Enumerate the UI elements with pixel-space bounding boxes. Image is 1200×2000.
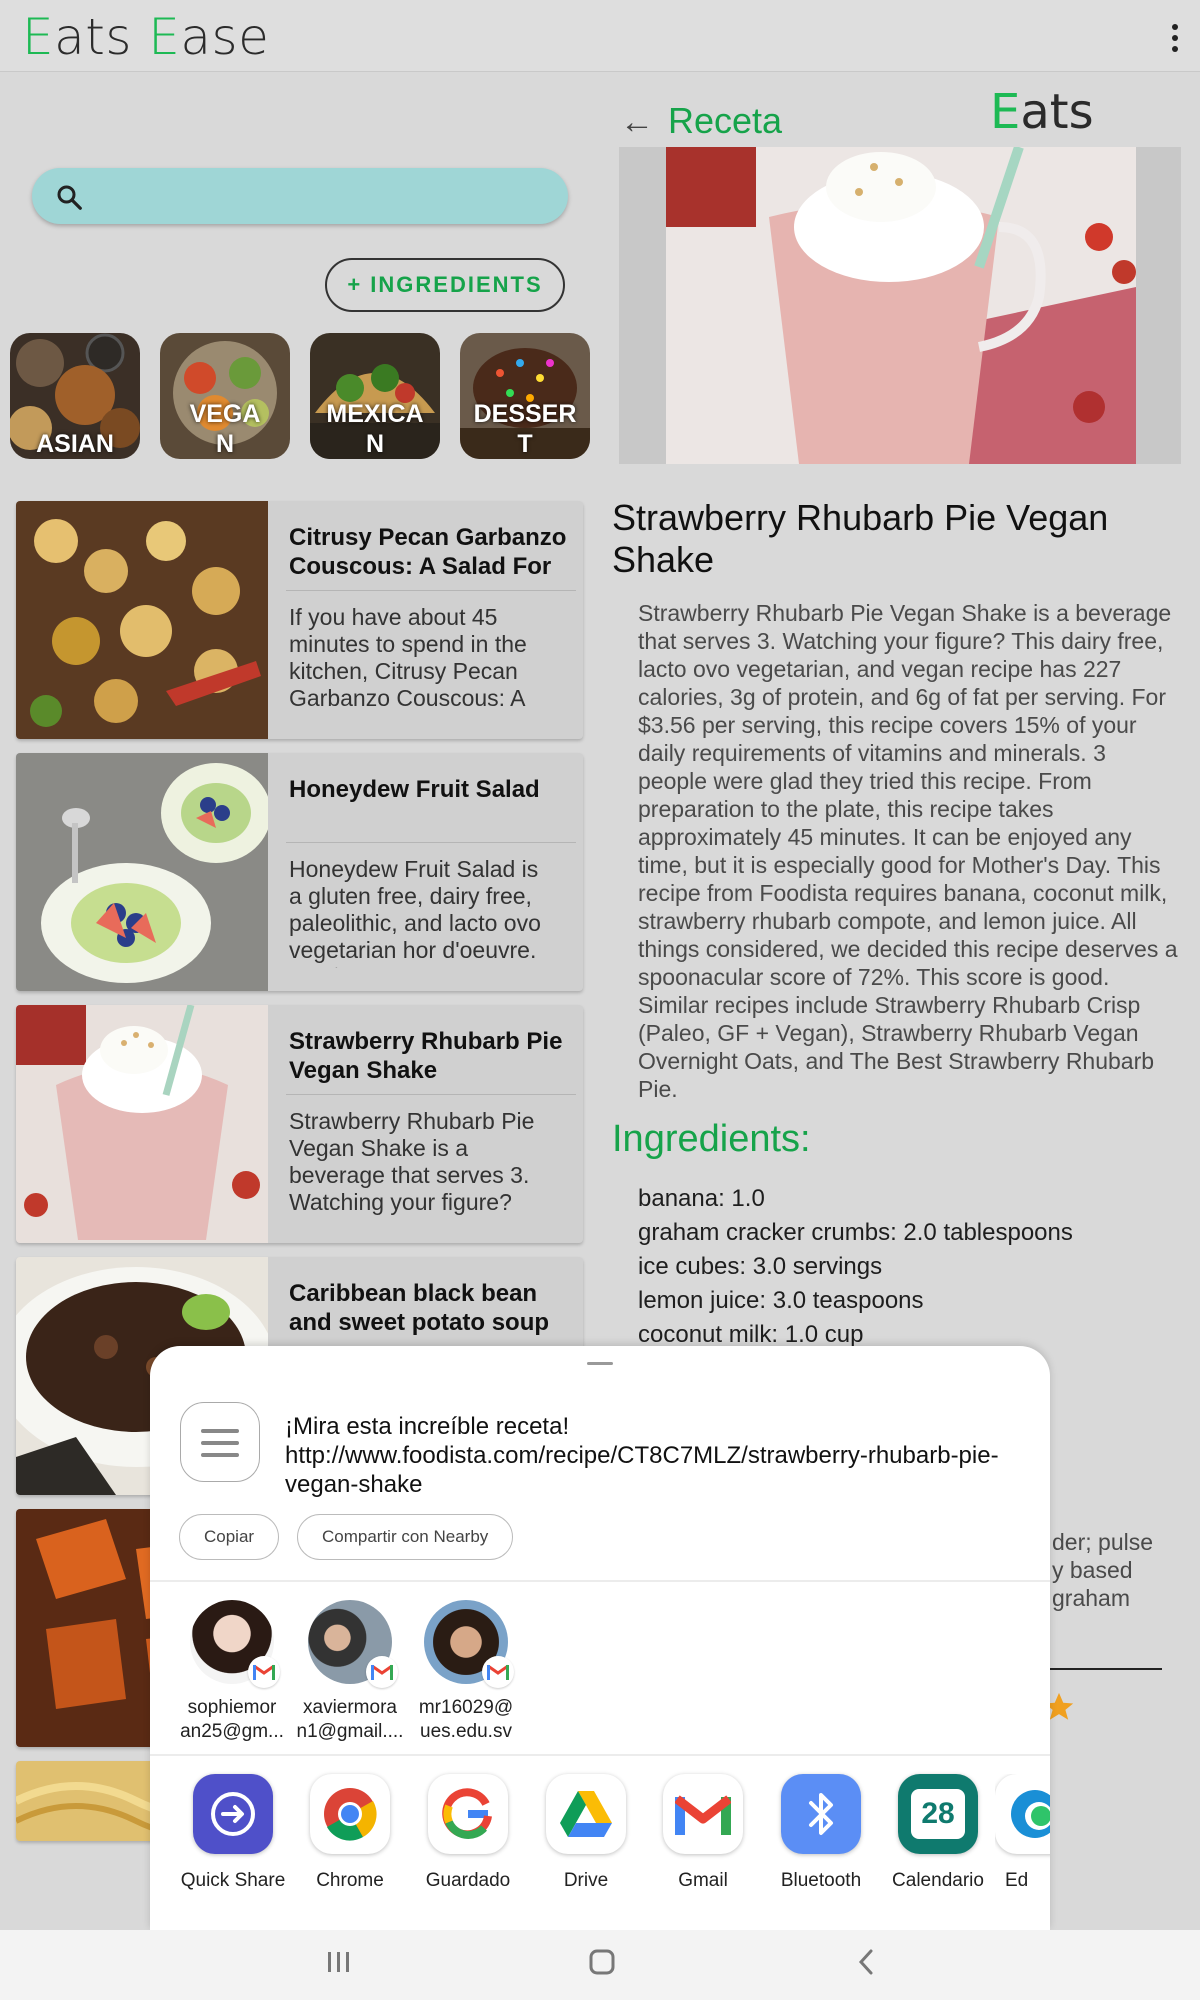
app-label: Guardado xyxy=(425,1870,511,1891)
recipe-detail-title: Strawberry Rhubarb Pie Vegan Shake xyxy=(612,497,1109,580)
gmail-icon xyxy=(248,1656,280,1688)
copy-button[interactable]: Copiar xyxy=(179,1514,280,1560)
edge-icon xyxy=(995,1774,1050,1854)
app-gmail[interactable]: Gmail xyxy=(643,1774,763,1892)
app-bar: Eats Ease xyxy=(0,0,1200,72)
recipe-title: Caribbean black bean and sweet potato so… xyxy=(289,1280,550,1336)
recipe-card[interactable]: Honeydew Fruit Salad Honeydew Fruit Sala… xyxy=(16,753,583,991)
app-drive[interactable]: Drive xyxy=(526,1774,646,1892)
search-input[interactable] xyxy=(32,168,568,224)
app-quick-share[interactable]: Quick Share xyxy=(173,1774,293,1892)
share-preview-text: ¡Mira esta increíble receta! http://www.… xyxy=(285,1413,999,1498)
contact-name: sophiemor xyxy=(187,1697,277,1718)
recipe-title: Strawberry Rhubarb Pie Vegan Shake xyxy=(289,1028,563,1084)
divider xyxy=(1050,1668,1162,1670)
recipe-card[interactable]: Citrusy Pecan Garbanzo Couscous: A Salad… xyxy=(16,501,583,739)
ingredient-item: lemon juice: 3.0 teaspoons xyxy=(638,1287,924,1314)
app-logo: Eats Ease xyxy=(22,8,270,66)
share-contact[interactable]: sophiemor an25@gm... xyxy=(172,1600,292,1744)
share-contact[interactable]: xaviermora n1@gmail.... xyxy=(290,1600,410,1744)
app-bluetooth[interactable]: Bluetooth xyxy=(761,1774,881,1892)
avatar xyxy=(190,1600,280,1688)
back-nav-button[interactable] xyxy=(856,1948,876,1984)
app-calendar[interactable]: 28 Calendario xyxy=(878,1774,998,1892)
ingredient-item: graham cracker crumbs: 2.0 tablespoons xyxy=(638,1219,1073,1246)
app-guardado[interactable]: Guardado xyxy=(408,1774,528,1892)
contact-email: n1@gmail.... xyxy=(296,1721,404,1742)
contact-email: an25@gm... xyxy=(180,1721,284,1742)
app-label: Chrome xyxy=(316,1870,384,1891)
home-button[interactable] xyxy=(588,1948,616,1984)
recents-button[interactable] xyxy=(326,1948,352,1982)
divider xyxy=(150,1580,1050,1582)
back-arrow-icon: ← xyxy=(620,103,654,141)
recipe-description: Strawberry Rhubarb Pie Vegan Shake is a … xyxy=(289,1108,535,1220)
divider xyxy=(286,1094,576,1095)
avatar xyxy=(424,1600,514,1688)
app-label: Quick Share xyxy=(180,1870,286,1891)
category-label: VEGA N xyxy=(189,400,261,458)
text-document-icon xyxy=(180,1402,260,1482)
add-ingredients-button[interactable]: + INGREDIENTS xyxy=(325,258,565,312)
system-nav-bar xyxy=(0,1930,1200,2000)
category-label: ASIAN xyxy=(36,430,114,458)
gmail-icon xyxy=(366,1656,398,1688)
app-label: Bluetooth xyxy=(780,1870,862,1891)
app-chrome[interactable]: Chrome xyxy=(290,1774,410,1892)
category-mexican[interactable]: MEXICA N xyxy=(310,333,440,459)
category-dessert[interactable]: DESSER T xyxy=(460,333,590,459)
ingredients-list: banana: 1.0 graham cracker crumbs: 2.0 t… xyxy=(638,1182,1073,1352)
nearby-share-button[interactable]: Compartir con Nearby xyxy=(297,1514,514,1560)
divider xyxy=(286,842,576,843)
search-icon xyxy=(57,185,82,210)
app-label: Ed xyxy=(1005,1870,1029,1891)
quick-share-icon xyxy=(193,1774,273,1854)
instructions-peek: der; pulse y based graham xyxy=(1052,1529,1154,1611)
calendar-icon: 28 xyxy=(898,1774,978,1854)
recipe-title: Citrusy Pecan Garbanzo Couscous: A Salad… xyxy=(289,524,567,580)
app-label: Drive xyxy=(563,1870,609,1891)
contact-name: xaviermora xyxy=(303,1697,397,1718)
divider xyxy=(150,1754,1050,1756)
recipe-thumbnail xyxy=(16,501,268,739)
gmail-icon xyxy=(482,1656,514,1688)
category-vegan[interactable]: VEGA N xyxy=(160,333,290,459)
chrome-icon xyxy=(310,1774,390,1854)
drive-icon xyxy=(546,1774,626,1854)
recipe-description: Honeydew Fruit Salad is a gluten free, d… xyxy=(289,856,541,968)
recipe-detail-description: Strawberry Rhubarb Pie Vegan Shake is a … xyxy=(638,600,1178,1102)
divider xyxy=(286,590,576,591)
app-label: Gmail xyxy=(678,1870,728,1891)
recipe-title: Honeydew Fruit Salad xyxy=(289,776,540,803)
drag-handle[interactable] xyxy=(587,1362,613,1365)
bluetooth-icon xyxy=(781,1774,861,1854)
category-label: MEXICA N xyxy=(326,400,424,458)
calendar-day: 28 xyxy=(911,1789,965,1839)
contact-email: ues.edu.sv xyxy=(420,1721,512,1742)
share-sheet[interactable]: ¡Mira esta increíble receta! http://www.… xyxy=(150,1346,1050,1930)
back-button[interactable]: ← Receta xyxy=(620,100,782,142)
google-icon xyxy=(428,1774,508,1854)
ingredient-item: banana: 1.0 xyxy=(638,1185,765,1212)
recipe-thumbnail xyxy=(16,753,268,991)
recipe-thumbnail xyxy=(16,1005,268,1243)
share-contact[interactable]: mr16029@ ues.edu.sv xyxy=(406,1600,526,1744)
avatar xyxy=(308,1600,398,1688)
category-asian[interactable]: ASIAN xyxy=(10,333,140,459)
recipe-hero-image xyxy=(619,147,1181,464)
overflow-menu-icon[interactable] xyxy=(1172,24,1180,57)
category-label: DESSER T xyxy=(473,400,577,458)
contact-name: mr16029@ xyxy=(418,1697,514,1718)
app-edge[interactable]: Ed xyxy=(995,1774,1050,1892)
app-label: Calendario xyxy=(892,1870,984,1891)
ingredient-item: ice cubes: 3.0 servings xyxy=(638,1253,883,1280)
ingredients-heading: Ingredients: xyxy=(612,1118,811,1160)
gmail-icon xyxy=(663,1774,743,1854)
recipe-description: If you have about 45 minutes to spend in… xyxy=(289,604,535,716)
recipe-card[interactable]: Strawberry Rhubarb Pie Vegan Shake Straw… xyxy=(16,1005,583,1243)
